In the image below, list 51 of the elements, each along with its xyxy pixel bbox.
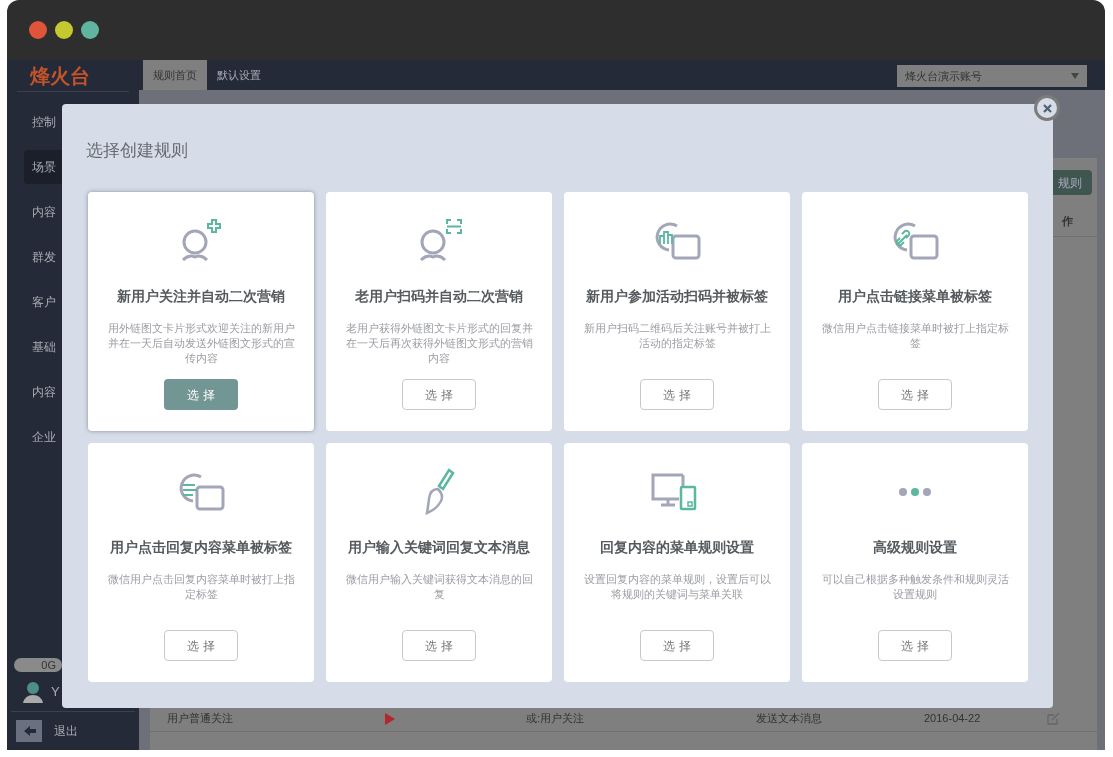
dots-icon bbox=[899, 488, 931, 496]
card-description: 微信用户点击链接菜单时被打上指定标签 bbox=[820, 321, 1010, 351]
card-description: 微信用户点击回复内容菜单时被打上指定标签 bbox=[106, 572, 296, 602]
table-cell-text: 或:用户关注 bbox=[526, 711, 586, 727]
window-control[interactable] bbox=[29, 21, 47, 39]
card-title: 用户点击链接菜单被标签 bbox=[838, 287, 992, 306]
select-button[interactable]: 选 择 bbox=[878, 379, 952, 410]
select-button[interactable]: 选 择 bbox=[640, 379, 714, 410]
select-button[interactable]: 选 择 bbox=[402, 379, 476, 410]
close-icon bbox=[1042, 103, 1052, 113]
rule-card[interactable]: 回复内容的菜单规则设置 设置回复内容的菜单规则，设置后可以将规则的关键词与菜单关联 选 择 bbox=[564, 443, 790, 682]
avatar-icon bbox=[23, 680, 43, 703]
table-cell-text: 发送文本消息 bbox=[756, 711, 823, 727]
card-description: 可以自己根据多种触发条件和规则灵活设置规则 bbox=[820, 572, 1010, 602]
play-icon bbox=[385, 712, 395, 725]
table-cell-text: 2016-04-22 bbox=[924, 711, 982, 727]
select-button[interactable]: 选 择 bbox=[640, 630, 714, 661]
card-title: 回复内容的菜单规则设置 bbox=[600, 538, 754, 557]
select-button[interactable]: 选 择 bbox=[402, 630, 476, 661]
logo: 烽火台 bbox=[30, 63, 90, 89]
rule-card[interactable]: 新用户参加活动扫码并被标签 新用户扫码二维码后关注账号并被打上活动的指定标签 选 择 bbox=[564, 192, 790, 431]
card-title: 新用户关注并自动二次营销 bbox=[117, 287, 285, 306]
card-title: 老用户扫码并自动二次营销 bbox=[355, 287, 523, 306]
caret-icon bbox=[1071, 73, 1079, 79]
dialog-title: 选择创建规则 bbox=[86, 140, 188, 162]
rule-card[interactable]: 用户点击回复内容菜单被标签 微信用户点击回复内容菜单时被打上指定标签 选 择 bbox=[88, 443, 314, 682]
card-title: 高级规则设置 bbox=[873, 538, 957, 557]
window-control[interactable] bbox=[81, 21, 99, 39]
card-description: 设置回复内容的菜单规则，设置后可以将规则的关键词与菜单关联 bbox=[582, 572, 772, 602]
card-description: 新用户扫码二维码后关注账号并被打上活动的指定标签 bbox=[582, 321, 772, 351]
logout-link[interactable]: 退出 bbox=[54, 722, 78, 740]
rule-card[interactable]: 老用户扫码并自动二次营销 老用户获得外链图文卡片形式的回复并在一天后再次获得外链图文形式的营销内容 选 择 bbox=[326, 192, 552, 431]
logout-icon[interactable] bbox=[16, 720, 42, 742]
rule-card[interactable]: 高级规则设置 可以自己根据多种触发条件和规则灵活设置规则 选 择 bbox=[802, 443, 1028, 682]
rule-card[interactable]: 用户点击链接菜单被标签 微信用户点击链接菜单时被打上指定标签 选 择 bbox=[802, 192, 1028, 431]
rule-card[interactable]: 用户输入关键词回复文本消息 微信用户输入关键词获得文本消息的回复 选 择 bbox=[326, 443, 552, 682]
table-cell-text: 用户普通关注 bbox=[167, 711, 234, 727]
user-name: Y bbox=[51, 682, 60, 701]
card-title: 用户输入关键词回复文本消息 bbox=[348, 538, 530, 557]
storage-bar: 0G bbox=[14, 658, 62, 672]
card-description: 用外链图文卡片形式欢迎关注的新用户并在一天后自动发送外链图文形式的宣传内容 bbox=[106, 321, 296, 366]
select-button[interactable]: 选 择 bbox=[878, 630, 952, 661]
nav-tab[interactable]: 默认设置 bbox=[207, 60, 271, 90]
rule-card[interactable]: 新用户关注并自动二次营销 用外链图文卡片形式欢迎关注的新用户并在一天后自动发送外链图文形式的宣传内容 选 择 bbox=[88, 192, 314, 431]
card-title: 新用户参加活动扫码并被标签 bbox=[586, 287, 768, 306]
window-control[interactable] bbox=[55, 21, 73, 39]
column-header: 作 bbox=[1062, 214, 1073, 229]
card-description: 微信用户输入关键词获得文本消息的回复 bbox=[344, 572, 534, 602]
card-description: 老用户获得外链图文卡片形式的回复并在一天后再次获得外链图文形式的营销内容 bbox=[344, 321, 534, 366]
select-button[interactable]: 选 择 bbox=[164, 630, 238, 661]
card-title: 用户点击回复内容菜单被标签 bbox=[110, 538, 292, 557]
